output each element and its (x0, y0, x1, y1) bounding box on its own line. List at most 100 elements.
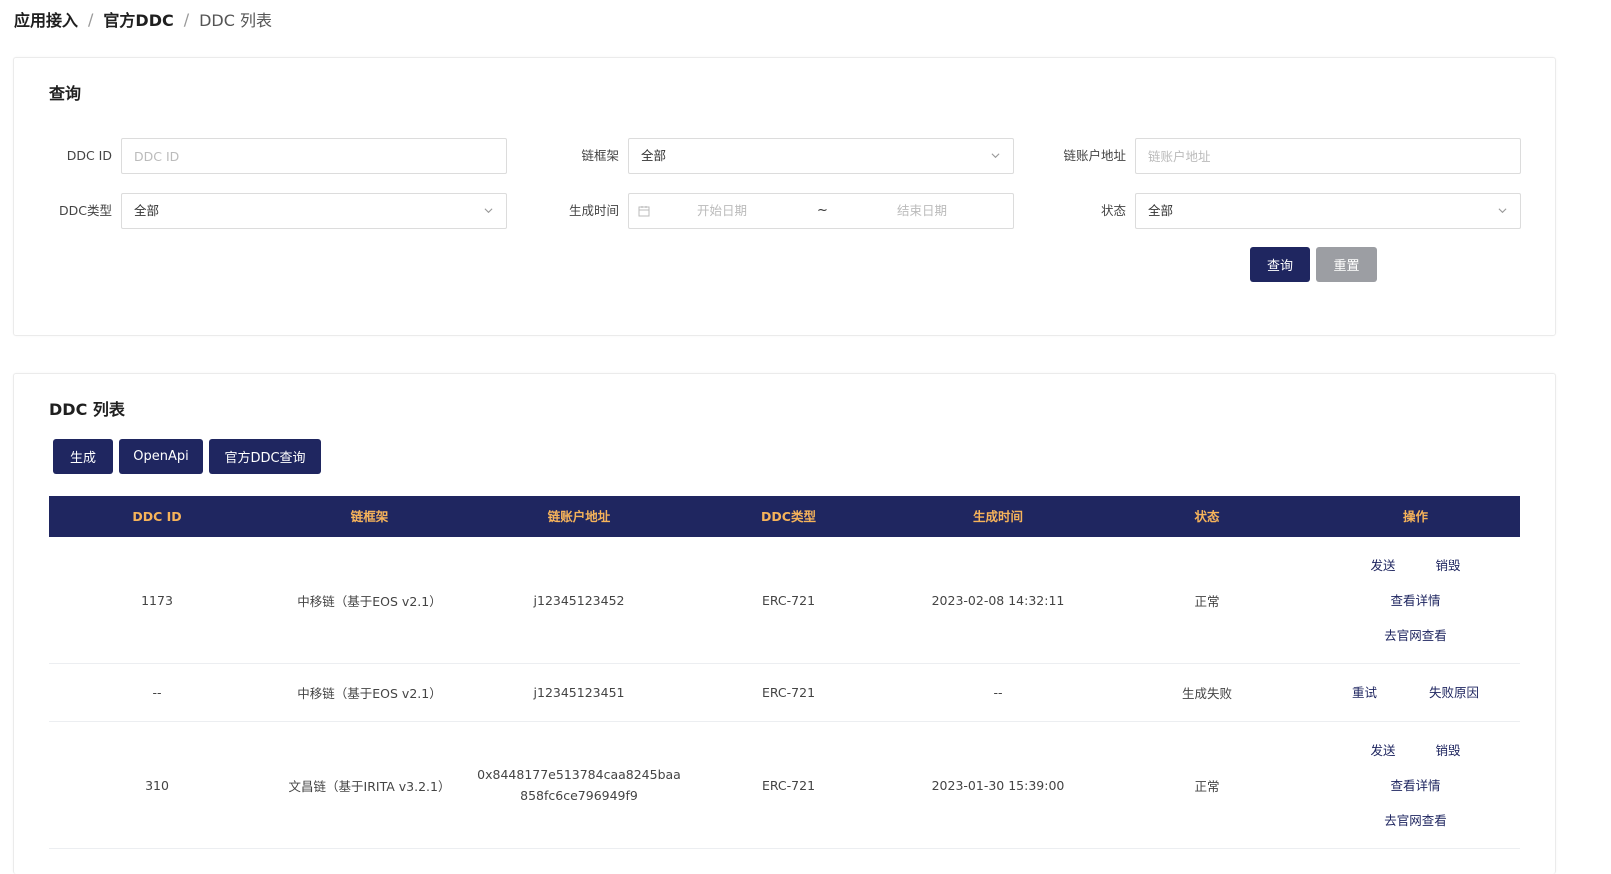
cell-created-time: 2023-01-30 15:39:00 (931, 777, 1065, 793)
chain-account-form-item: 链账户地址 (1028, 138, 1521, 174)
view-detail-link[interactable]: 查看详情 (1390, 583, 1440, 618)
cell-chain-framework: 中移链（基于EOS v2.1） (297, 686, 442, 701)
end-date-input[interactable]: 结束日期 (897, 194, 947, 228)
ddc-id-input[interactable] (122, 139, 506, 173)
cell-chain-account: j12345123452 (474, 537, 684, 663)
chevron-down-icon (484, 208, 493, 214)
chevron-down-icon (1498, 208, 1507, 214)
breadcrumb-item-ddc-list: DDC 列表 (199, 11, 273, 30)
cell-status: 正常 (1194, 778, 1220, 794)
cell-chain-account: j12345123451 (474, 664, 684, 721)
cell-created-time: -- (993, 685, 1003, 700)
cell-ddc-id: -- (152, 685, 162, 700)
address-block: 0x8448177e513784caa8245baa 858fc6ce79694… (477, 764, 681, 806)
cell-chain-framework: 中移链（基于EOS v2.1） (297, 593, 442, 609)
action-line: 发送 销毁 (1350, 733, 1480, 768)
cell-ddc-type: ERC-721 (761, 777, 816, 793)
breadcrumb-item-app-access[interactable]: 应用接入 (14, 7, 78, 31)
retry-link[interactable]: 重试 (1352, 675, 1377, 710)
breadcrumb-item-official-ddc[interactable]: 官方DDC (103, 7, 173, 31)
address-line: j12345123451 (533, 685, 625, 700)
row-actions: 发送 销毁 查看详情 去官网查看 (1350, 733, 1480, 838)
ddc-id-label: DDC ID (66, 148, 112, 163)
ddc-type-label: DDC类型 (59, 203, 112, 218)
breadcrumb: 应用接入 / 官方DDC / DDC 列表 (14, 7, 273, 31)
view-official-site-link[interactable]: 去官网查看 (1384, 618, 1447, 653)
query-form-row-1: DDC ID 链框架 全部 链账户地址 (14, 138, 1555, 174)
ddc-table: DDC ID 链框架 链账户地址 DDC类型 生成时间 状态 操作 1173 中… (49, 496, 1520, 849)
status-select[interactable]: 全部 (1135, 193, 1521, 229)
destroy-link[interactable]: 销毁 (1436, 733, 1461, 768)
view-detail-link[interactable]: 查看详情 (1390, 768, 1440, 803)
chain-account-field-box (1135, 138, 1521, 174)
chain-framework-select[interactable]: 全部 (628, 138, 1014, 174)
column-header-chain-account: 链账户地址 (547, 509, 611, 524)
column-header-created-time: 生成时间 (972, 509, 1023, 524)
row-actions: 重试 失败原因 (1326, 675, 1505, 710)
query-form-row-2: DDC类型 全部 生成时间 开始日期 ~ 结束日期 状态 全部 (14, 193, 1555, 229)
destroy-link[interactable]: 销毁 (1436, 548, 1461, 583)
address-line: 0x8448177e513784caa8245baa (477, 767, 681, 782)
action-line: 重试 失败原因 (1326, 675, 1505, 710)
cell-status: 生成失败 (1181, 686, 1232, 701)
cell-actions: 发送 销毁 查看详情 去官网查看 (1311, 722, 1520, 848)
cell-chain-account: 0x8448177e513784caa8245baa 858fc6ce79694… (474, 722, 684, 848)
column-header-actions: 操作 (1402, 509, 1428, 524)
created-time-label: 生成时间 (568, 203, 619, 218)
ddc-type-select[interactable]: 全部 (121, 193, 507, 229)
openapi-button[interactable]: OpenApi (119, 439, 203, 474)
query-button[interactable]: 查询 (1250, 247, 1310, 282)
status-select-value: 全部 (1148, 203, 1174, 218)
reset-button[interactable]: 重置 (1316, 247, 1377, 282)
failure-reason-link[interactable]: 失败原因 (1429, 675, 1479, 710)
table-row: -- 中移链（基于EOS v2.1） j12345123451 ERC-721 … (49, 664, 1520, 722)
ddc-type-form-item: DDC类型 全部 (14, 193, 507, 229)
chevron-down-icon (991, 153, 1000, 159)
column-header-ddc-id: DDC ID (132, 509, 182, 524)
cell-ddc-id: 1173 (141, 592, 173, 608)
ddc-list-panel: DDC 列表 生成 OpenApi 官方DDC查询 DDC ID 链框架 链账户… (13, 373, 1556, 874)
column-header-chain-framework: 链框架 (350, 509, 389, 524)
status-form-item: 状态 全部 (1028, 193, 1521, 229)
chain-account-input[interactable] (1136, 139, 1520, 173)
ddc-id-field-box (121, 138, 507, 174)
date-range-separator: ~ (817, 203, 828, 218)
status-label: 状态 (1100, 203, 1126, 218)
chain-framework-form-item: 链框架 全部 (521, 138, 1014, 174)
send-link[interactable]: 发送 (1370, 733, 1395, 768)
chain-framework-label: 链框架 (581, 148, 619, 163)
date-range-picker[interactable]: 开始日期 ~ 结束日期 (628, 193, 1014, 229)
address-line: 858fc6ce796949f9 (520, 788, 638, 803)
generate-button[interactable]: 生成 (53, 439, 113, 474)
table-row: 1173 中移链（基于EOS v2.1） j12345123452 ERC-72… (49, 537, 1520, 664)
breadcrumb-separator: / (183, 9, 190, 29)
query-title: 查询 (49, 84, 82, 103)
action-line: 去官网查看 (1384, 803, 1447, 838)
start-date-input[interactable]: 开始日期 (697, 194, 747, 228)
cell-actions: 发送 销毁 查看详情 去官网查看 (1311, 537, 1520, 663)
action-line: 查看详情 (1390, 768, 1440, 803)
address-line: j12345123452 (533, 592, 625, 608)
action-line: 发送 销毁 (1350, 548, 1480, 583)
official-ddc-query-button[interactable]: 官方DDC查询 (209, 439, 321, 474)
ddc-id-form-item: DDC ID (14, 138, 507, 174)
cell-ddc-type: ERC-721 (761, 685, 816, 700)
ddc-list-title: DDC 列表 (49, 400, 125, 419)
ddc-type-select-value: 全部 (134, 203, 160, 218)
cell-ddc-id: 310 (145, 777, 169, 793)
cell-actions: 重试 失败原因 (1311, 664, 1520, 721)
table-header: DDC ID 链框架 链账户地址 DDC类型 生成时间 状态 操作 (49, 496, 1520, 537)
cell-created-time: 2023-02-08 14:32:11 (931, 592, 1065, 608)
column-header-status: 状态 (1194, 509, 1220, 524)
column-header-ddc-type: DDC类型 (761, 509, 816, 524)
breadcrumb-separator: / (88, 9, 94, 29)
calendar-icon (638, 206, 650, 217)
action-line: 查看详情 (1390, 583, 1440, 618)
chain-account-label: 链账户地址 (1063, 148, 1126, 163)
query-panel: 查询 DDC ID 链框架 全部 链账户地址 DDC类型 全部 (13, 57, 1556, 336)
chain-framework-select-value: 全部 (641, 148, 667, 163)
send-link[interactable]: 发送 (1370, 548, 1395, 583)
view-official-site-link[interactable]: 去官网查看 (1384, 803, 1447, 838)
action-line: 去官网查看 (1384, 618, 1447, 653)
cell-status: 正常 (1194, 593, 1220, 609)
